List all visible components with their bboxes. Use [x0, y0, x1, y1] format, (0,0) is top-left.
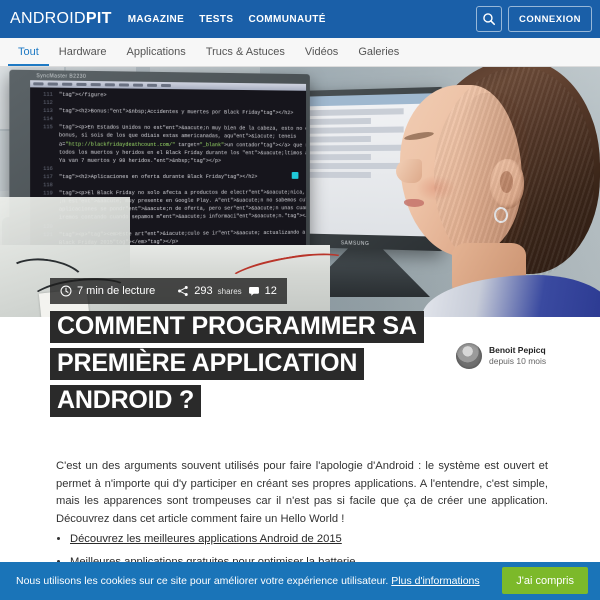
- related-link-1[interactable]: Découvrez les meilleures applications An…: [70, 533, 342, 545]
- share-count-label: shares: [217, 286, 242, 296]
- screen-text-line: [304, 126, 404, 134]
- cookie-message-text: Nous utilisons les cookies sur ce site p…: [16, 575, 389, 587]
- header-actions: CONNEXION: [475, 6, 592, 32]
- cookie-banner: Nous utilisons les cookies sur ce site p…: [0, 562, 600, 600]
- screen-text-line: [304, 153, 371, 161]
- subnav-item-trucs-astuces[interactable]: Trucs & Astuces: [196, 38, 295, 66]
- monitor-power-led: [291, 172, 299, 179]
- code-line: 116: [43, 165, 53, 172]
- screen-text-line: [304, 135, 371, 143]
- page-title-text: COMMENT PROGRAMMER SA PREMIÈRE APPLICATI…: [50, 311, 424, 417]
- share-count[interactable]: 293 shares: [177, 285, 242, 297]
- reading-time: 7 min de lecture: [60, 285, 155, 297]
- page-root: ANDROIDPIT MAGAZINE TESTS COMMUNAUTÉ CON…: [0, 0, 600, 600]
- search-button[interactable]: [475, 6, 502, 32]
- subnav-item-hardware[interactable]: Hardware: [49, 38, 117, 66]
- article-intro: C'est un des arguments souvent utilisés …: [56, 460, 548, 525]
- comment-count[interactable]: 12: [248, 285, 277, 297]
- avatar: [456, 343, 482, 369]
- list-item: Découvrez les meilleures applications An…: [70, 528, 540, 551]
- author-name: Benoit Pepicq: [489, 345, 546, 355]
- code-line: todos los muertos y heridos en el Black …: [58, 149, 307, 157]
- author-meta: Benoit Pepicq depuis 10 mois: [489, 345, 546, 367]
- reading-time-label: 7 min de lecture: [77, 285, 156, 297]
- screen-text-line: [304, 117, 371, 125]
- logo-text-pit: PIT: [85, 10, 112, 27]
- cookie-message: Nous utilisons les cookies sur ce site p…: [16, 575, 480, 587]
- search-icon: [483, 13, 495, 26]
- screen-text-line: [304, 171, 371, 179]
- share-count-value: 293: [194, 285, 213, 297]
- screen-text-line: [304, 162, 404, 169]
- site-header: ANDROIDPIT MAGAZINE TESTS COMMUNAUTÉ CON…: [0, 0, 600, 38]
- page-title: COMMENT PROGRAMMER SA PREMIÈRE APPLICATI…: [50, 305, 470, 417]
- comment-icon: [248, 286, 259, 296]
- code-line: Ya van 7 muertos y 98 heridos."ent">&nbs…: [58, 157, 222, 164]
- screen-text-line: [304, 108, 404, 117]
- site-logo[interactable]: ANDROIDPIT: [10, 10, 112, 28]
- article-meta-bar: 7 min de lecture 293 shares 12: [50, 278, 287, 304]
- comment-count-value: 12: [264, 285, 277, 297]
- subnav-item-galeries[interactable]: Galeries: [348, 38, 409, 66]
- author-since: depuis 10 mois: [489, 356, 547, 366]
- share-icon: [178, 285, 188, 297]
- nav-item-tests[interactable]: TESTS: [199, 14, 233, 25]
- clock-icon: [60, 285, 72, 297]
- author-block[interactable]: Benoit Pepicq depuis 10 mois: [456, 343, 546, 369]
- primary-nav: MAGAZINE TESTS COMMUNAUTÉ: [128, 14, 326, 25]
- login-button[interactable]: CONNEXION: [507, 6, 592, 32]
- cookie-accept-button[interactable]: J'ai compris: [502, 567, 588, 594]
- logo-text-android: ANDROID: [10, 10, 86, 27]
- subnav-item-tout[interactable]: Tout: [8, 38, 49, 66]
- screen-text-line: [304, 144, 404, 152]
- person-photo: [394, 67, 600, 317]
- lips: [404, 199, 424, 207]
- category-nav: Tout Hardware Applications Trucs & Astuc…: [0, 38, 600, 67]
- cookie-more-info-link[interactable]: Plus d'informations: [391, 575, 479, 587]
- monitor-brand-label: SAMSUNG: [340, 240, 370, 248]
- nav-item-communaute[interactable]: COMMUNAUTÉ: [248, 14, 325, 25]
- subnav-item-applications[interactable]: Applications: [116, 38, 195, 66]
- nav-item-magazine[interactable]: MAGAZINE: [128, 14, 185, 25]
- monitor-brand-label: SyncMaster B2230: [36, 73, 87, 80]
- subnav-item-videos[interactable]: Vidéos: [295, 38, 348, 66]
